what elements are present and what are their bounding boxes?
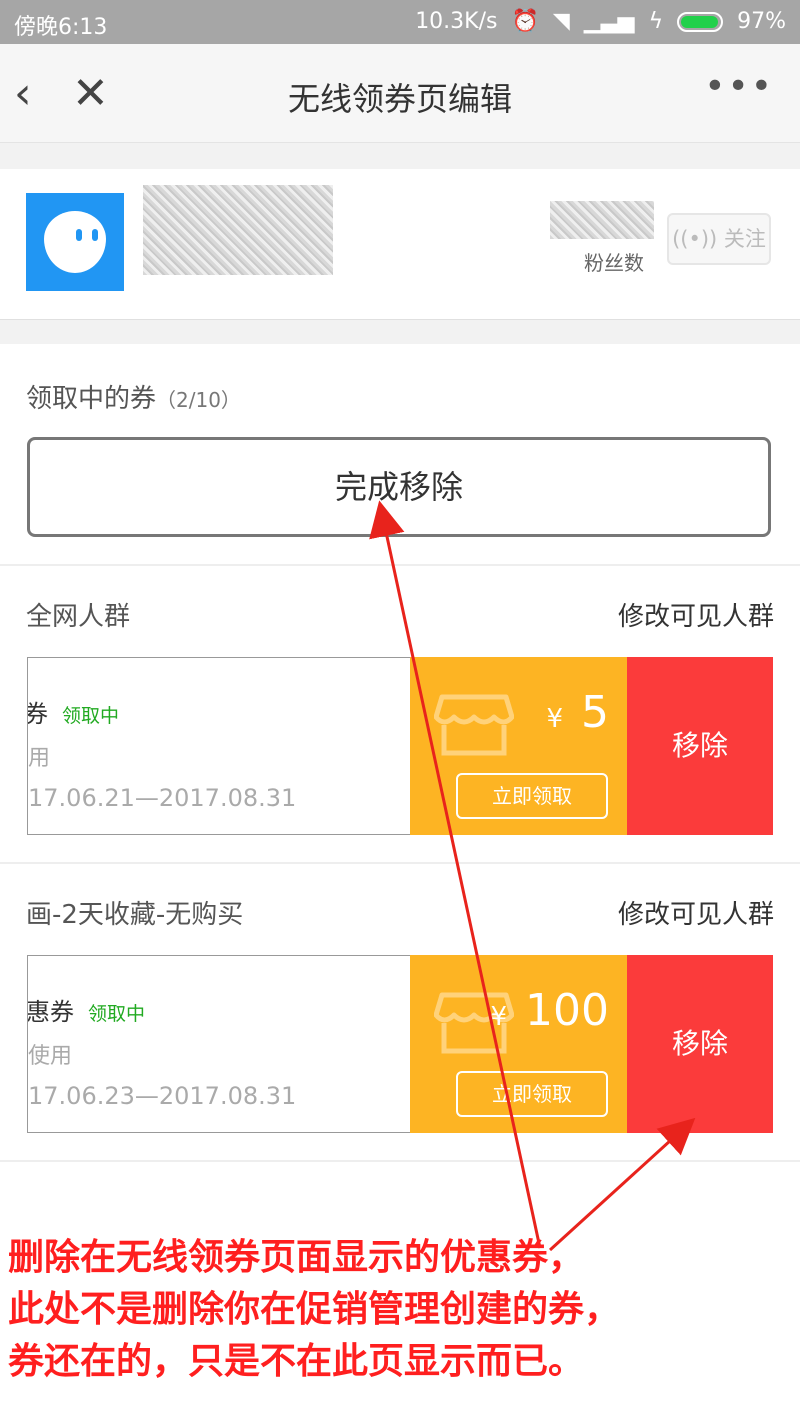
status-bar: 傍晚6:13 10.3K/s ⏰ ◥ ▁▃▅ ϟ 97% <box>0 0 800 44</box>
coupon-amount: ¥100 <box>490 985 609 1036</box>
get-coupon-button[interactable]: 立即领取 <box>456 773 608 819</box>
follow-label: 关注 <box>723 227 766 251</box>
currency-symbol: ¥ <box>490 1002 508 1032</box>
nav-bar: ‹ ✕ 无线领券页编辑 ••• <box>0 44 800 143</box>
section-title: 领取中的券（2/10） <box>26 378 241 415</box>
coupon-usage: 用 <box>28 746 51 771</box>
done-remove-button[interactable]: 完成移除 <box>27 437 771 537</box>
status-time: 傍晚6:13 <box>14 15 108 40</box>
coupon-info: 惠券 领取中 使用 17.06.23—2017.08.31 <box>27 955 411 1133</box>
battery-icon <box>677 11 724 32</box>
signal-icon: ▁▃▅ <box>583 9 635 34</box>
shop-header: 粉丝数 ((•)) 关注 <box>0 169 800 320</box>
amount-value: 5 <box>581 687 609 738</box>
group-title: 全网人群 <box>26 602 131 632</box>
arrow-to-done-button <box>369 500 542 1249</box>
battery-percent: 97% <box>737 9 786 34</box>
coupon-name: 惠券 <box>27 998 74 1026</box>
edit-audience-link[interactable]: 修改可见人群 <box>618 894 774 931</box>
coupon-value-panel: ¥100 立即领取 <box>410 955 627 1133</box>
section-count: （2/10） <box>156 388 241 412</box>
wifi-icon: ◥ <box>552 9 570 34</box>
charging-icon: ϟ <box>648 9 664 34</box>
divider <box>0 1160 800 1162</box>
remove-button[interactable]: 移除 <box>627 657 773 835</box>
currency-symbol: ¥ <box>546 704 563 734</box>
group-title: 画-2天收藏-无购买 <box>26 900 244 930</box>
coupon-usage: 使用 <box>28 1044 73 1069</box>
fans-count-redacted <box>550 201 654 239</box>
coupon-date: 17.06.21—2017.08.31 <box>28 784 297 812</box>
coupon-name: 券 <box>28 700 48 728</box>
fans-label: 粉丝数 <box>584 251 644 275</box>
coupon-status: 领取中 <box>88 1003 146 1025</box>
more-icon[interactable]: ••• <box>704 66 774 107</box>
avatar-logo-icon <box>44 211 106 273</box>
annotation-text: 删除在无线领券页面显示的优惠券， 此处不是删除你在促销管理创建的券， 券还在的，… <box>8 1237 621 1382</box>
get-coupon-button[interactable]: 立即领取 <box>456 1071 608 1117</box>
avatar-eye <box>92 229 98 241</box>
shop-avatar[interactable] <box>26 193 124 291</box>
coupon-status: 领取中 <box>62 705 120 727</box>
divider <box>0 862 800 864</box>
divider <box>0 564 800 566</box>
store-icon <box>434 694 514 756</box>
coupon-name-line: 券领取中 <box>28 694 120 729</box>
spacer <box>0 143 800 169</box>
follow-button[interactable]: ((•)) 关注 <box>667 213 771 265</box>
coupon-amount: ¥5 <box>546 687 609 738</box>
page-title: 无线领券页编辑 <box>287 80 512 118</box>
coupon-value-panel: ¥5 立即领取 <box>410 657 627 835</box>
coupon-card: 券领取中 用 17.06.21—2017.08.31 ¥5 立即领取 移除 <box>27 657 773 835</box>
broadcast-icon: ((•)) <box>672 227 718 251</box>
spacer <box>0 320 800 344</box>
section-title-text: 领取中的券 <box>26 384 157 414</box>
alarm-icon: ⏰ <box>511 9 539 34</box>
coupon-date: 17.06.23—2017.08.31 <box>28 1082 297 1110</box>
coupon-name-line: 惠券 领取中 <box>27 992 146 1027</box>
coupon-info: 券领取中 用 17.06.21—2017.08.31 <box>27 657 411 835</box>
remove-button[interactable]: 移除 <box>627 955 773 1133</box>
shop-name-redacted <box>143 185 333 275</box>
status-right: 10.3K/s ⏰ ◥ ▁▃▅ ϟ 97% <box>415 9 786 34</box>
avatar-eye <box>76 229 82 241</box>
edit-audience-link[interactable]: 修改可见人群 <box>618 596 774 633</box>
amount-value: 100 <box>525 985 609 1036</box>
net-speed: 10.3K/s <box>415 9 498 34</box>
coupon-card: 惠券 领取中 使用 17.06.23—2017.08.31 ¥100 立即领取 移… <box>27 955 773 1133</box>
